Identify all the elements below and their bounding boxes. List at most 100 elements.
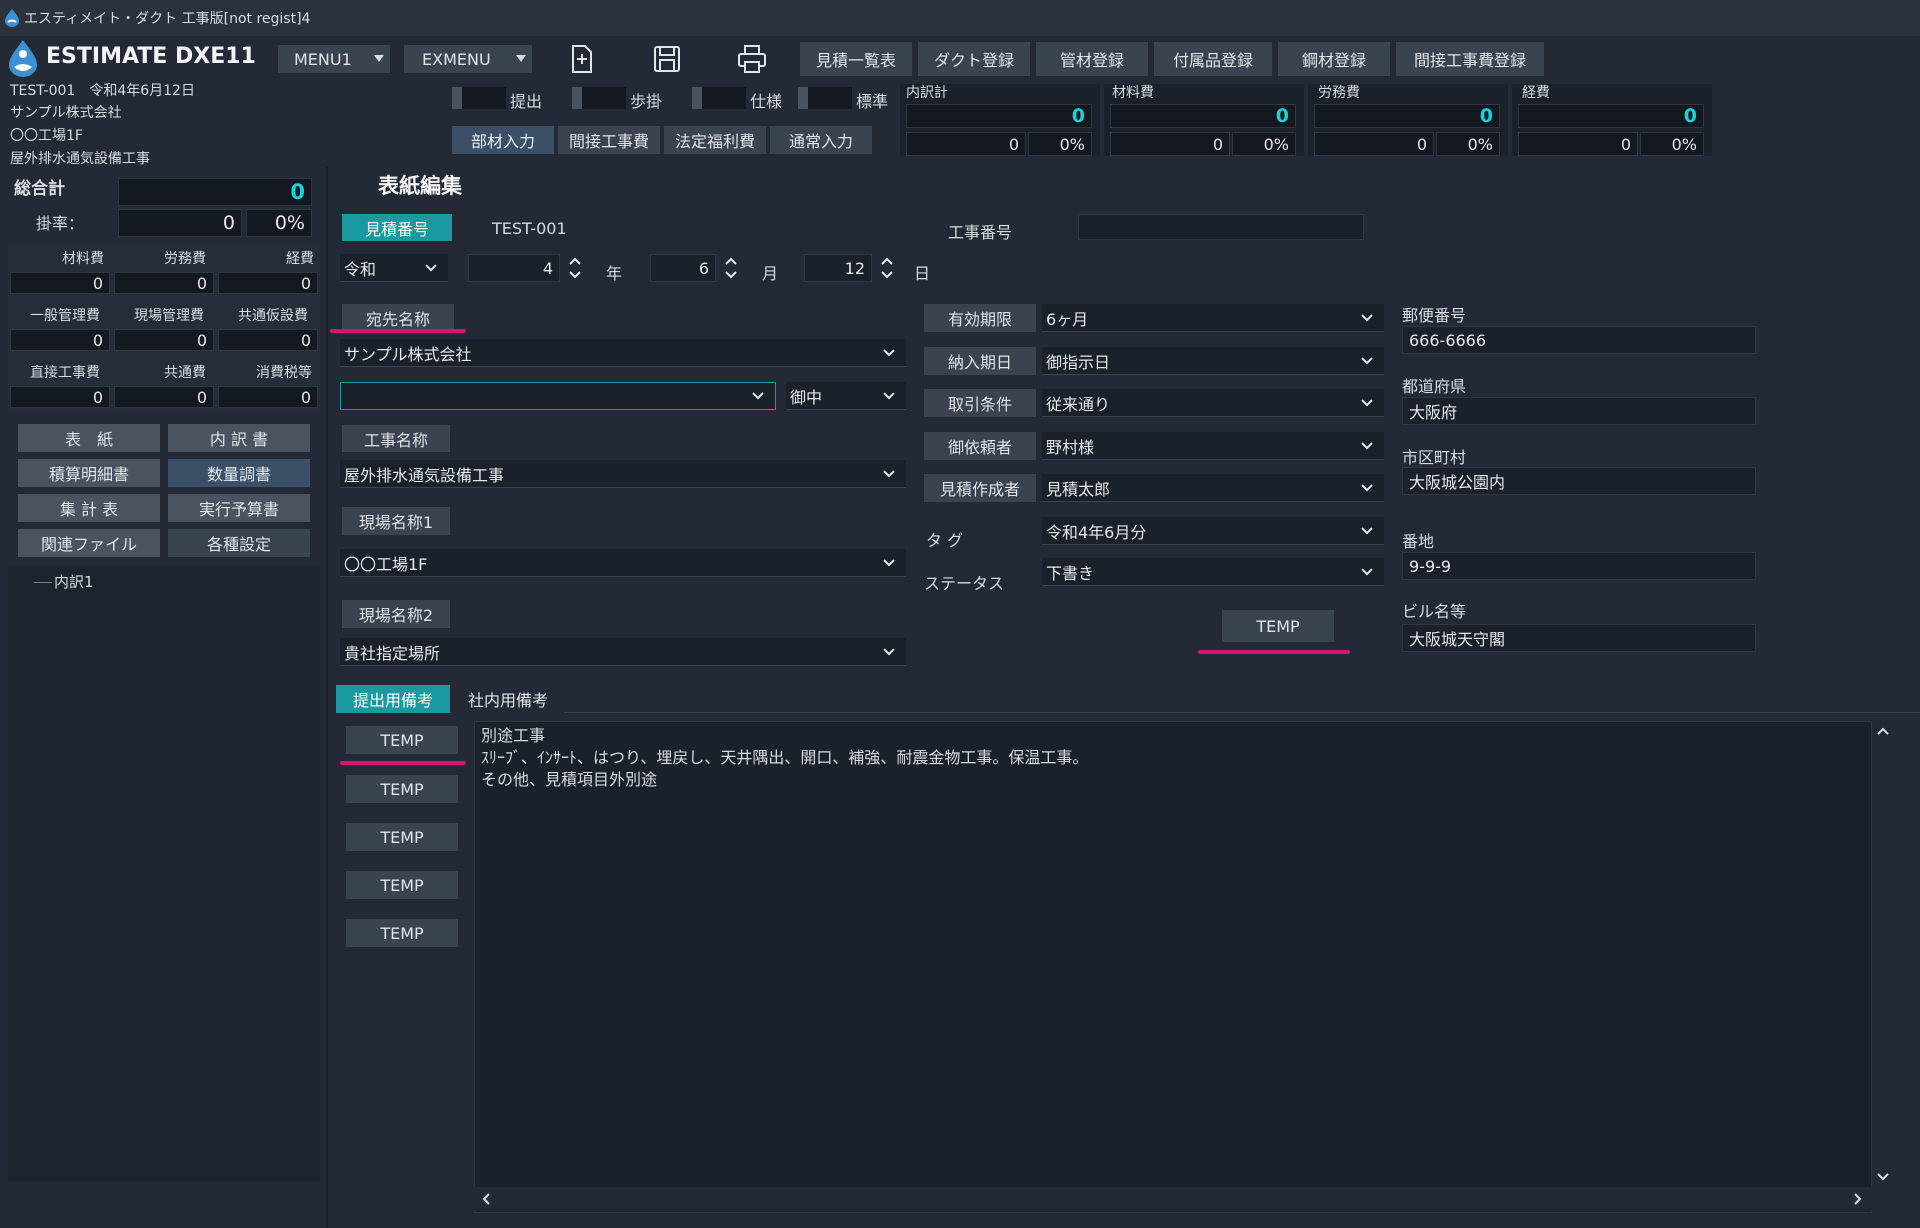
- notes-temp-button-5[interactable]: TEMP: [346, 919, 458, 947]
- app-logo-icon: [9, 40, 37, 77]
- status-label: ステータス: [924, 574, 1005, 593]
- toggle-standard[interactable]: [798, 87, 852, 109]
- tag-value: 令和4年6月分: [1046, 522, 1147, 542]
- spin-updown-icon[interactable]: [722, 254, 740, 282]
- temp-button-highlight: [1198, 650, 1350, 654]
- notes-line-2: ｽﾘｰﾌﾞ、ｲﾝｻｰﾄ、はつり、埋戻し、天井隅出、開口、補強、耐震金物工事。保温…: [481, 748, 1089, 767]
- mode-parts-input[interactable]: 部材入力: [452, 126, 554, 154]
- notes-textarea[interactable]: 別途工事 ｽﾘｰﾌﾞ、ｲﾝｻｰﾄ、はつり、埋戻し、天井隅出、開口、補強、耐震金物…: [474, 721, 1872, 1213]
- save-button[interactable]: [652, 44, 682, 74]
- day-input[interactable]: 12: [804, 254, 872, 282]
- toggle-labor-rate[interactable]: [572, 87, 626, 109]
- nav-quantity-sheet[interactable]: 数量調書: [168, 459, 310, 487]
- pipe-register-button[interactable]: 管材登録: [1036, 42, 1148, 76]
- era-select[interactable]: 令和: [340, 254, 448, 282]
- spin-updown-icon[interactable]: [566, 254, 584, 282]
- scroll-left-icon[interactable]: [480, 1192, 494, 1206]
- tree-item[interactable]: 内訳1: [54, 571, 94, 592]
- temp-button-form[interactable]: TEMP: [1222, 610, 1334, 642]
- rate-label: 掛率：: [36, 214, 85, 233]
- toggle-submit[interactable]: [452, 87, 506, 109]
- summary-labor-sub: 0: [1314, 132, 1434, 156]
- accessory-register-button[interactable]: 付属品登録: [1154, 42, 1272, 76]
- city-input[interactable]: 大阪城公園内: [1402, 467, 1756, 495]
- cost-grid-value: 0: [114, 329, 214, 351]
- requester-select[interactable]: 野村様: [1042, 432, 1384, 460]
- steel-register-button[interactable]: 鋼材登録: [1278, 42, 1390, 76]
- summary-breakdown-label: 内訳計: [906, 85, 948, 101]
- author-select[interactable]: 見積太郎: [1042, 474, 1384, 502]
- scroll-right-icon[interactable]: [1850, 1192, 1864, 1206]
- save-icon: [654, 46, 680, 72]
- chevron-down-icon: [1361, 441, 1373, 450]
- status-value: 下書き: [1046, 563, 1095, 583]
- pref-input[interactable]: 大阪府: [1402, 397, 1756, 425]
- scroll-down-icon[interactable]: [1876, 1169, 1890, 1183]
- nav-settings[interactable]: 各種設定: [168, 529, 310, 557]
- terms-select[interactable]: 従来通り: [1042, 389, 1384, 417]
- notes-tab-divider: [336, 712, 1920, 713]
- scroll-up-icon[interactable]: [1876, 725, 1890, 739]
- tab-internal-notes[interactable]: 社内用備考: [452, 685, 564, 713]
- cost-grid-label: 共通仮設費: [238, 308, 308, 324]
- nav-budget[interactable]: 実行予算書: [168, 494, 310, 522]
- building-input[interactable]: 大阪城天守閣: [1402, 624, 1756, 652]
- chevron-down-icon: [883, 647, 895, 656]
- chevron-down-icon: [1361, 356, 1373, 365]
- cost-grid-label: 消費税等: [256, 365, 312, 381]
- validity-select[interactable]: 6ヶ月: [1042, 304, 1384, 332]
- menu1-dropdown[interactable]: MENU1: [278, 45, 390, 73]
- header-info-line4: 屋外排水通気設備工事: [10, 151, 150, 167]
- site1-select[interactable]: 〇〇工場1F: [340, 549, 906, 577]
- month-input[interactable]: 6: [650, 254, 716, 282]
- honorific-select[interactable]: 御中: [786, 382, 906, 410]
- estimate-list-button[interactable]: 見積一覧表: [800, 42, 912, 76]
- duct-register-button[interactable]: ダクト登録: [918, 42, 1030, 76]
- print-icon: [738, 45, 766, 73]
- cost-grid-label: 一般管理費: [30, 308, 100, 324]
- pref-label: 都道府県: [1402, 377, 1467, 396]
- mode-normal-input[interactable]: 通常入力: [770, 126, 872, 154]
- nav-summary-table[interactable]: 集 計 表: [18, 494, 160, 522]
- cost-grid-label: 経費: [286, 251, 314, 267]
- mode-welfare[interactable]: 法定福利費: [664, 126, 766, 154]
- vertical-scrollbar[interactable]: [1872, 721, 1894, 1191]
- notes-temp-button-2[interactable]: TEMP: [346, 775, 458, 803]
- nav-cover[interactable]: 表 紙: [18, 424, 160, 452]
- notes-temp-button-3[interactable]: TEMP: [346, 823, 458, 851]
- new-document-button[interactable]: [568, 44, 596, 74]
- addressee-select[interactable]: サンプル株式会社: [340, 339, 906, 367]
- indirect-cost-register-button[interactable]: 間接工事費登録: [1396, 42, 1544, 76]
- mode-indirect-cost[interactable]: 間接工事費: [558, 126, 660, 154]
- toggle-spec[interactable]: [692, 87, 746, 109]
- cost-grid-value: 0: [10, 272, 110, 294]
- spin-updown-icon[interactable]: [878, 254, 896, 282]
- address-input[interactable]: 9-9-9: [1402, 552, 1756, 580]
- nav-breakdown[interactable]: 内 訳 書: [168, 424, 310, 452]
- chevron-down-icon: [1361, 483, 1373, 492]
- notes-temp-button-4[interactable]: TEMP: [346, 871, 458, 899]
- cost-grid-label: 現場管理費: [134, 308, 204, 324]
- nav-detail-sheet[interactable]: 積算明細書: [18, 459, 160, 487]
- project-name-select[interactable]: 屋外排水通気設備工事: [340, 460, 906, 488]
- rate-pct: 0%: [246, 209, 312, 237]
- nav-related-files[interactable]: 関連ファイル: [18, 529, 160, 557]
- site2-value: 貴社指定場所: [344, 643, 441, 663]
- delivery-select[interactable]: 御指示日: [1042, 347, 1384, 375]
- horizontal-scrollbar[interactable]: [474, 1187, 1872, 1211]
- toggle-labor-rate-label: 歩掛: [630, 92, 663, 111]
- print-button[interactable]: [736, 44, 768, 74]
- year-input[interactable]: 4: [468, 254, 560, 282]
- grand-total-label: 総合計: [14, 179, 65, 199]
- tab-submit-notes[interactable]: 提出用備考: [336, 685, 450, 713]
- addressee2-select[interactable]: [340, 382, 776, 410]
- terms-value: 従来通り: [1046, 394, 1111, 414]
- notes-temp-button-1[interactable]: TEMP: [346, 726, 458, 754]
- postal-input[interactable]: 666-6666: [1402, 326, 1756, 354]
- project-no-input[interactable]: [1078, 214, 1364, 240]
- status-select[interactable]: 下書き: [1042, 558, 1384, 586]
- site2-select[interactable]: 貴社指定場所: [340, 638, 906, 666]
- exmenu-dropdown[interactable]: EXMENU: [404, 45, 532, 73]
- tag-select[interactable]: 令和4年6月分: [1042, 517, 1384, 545]
- tree-connector: [34, 582, 52, 583]
